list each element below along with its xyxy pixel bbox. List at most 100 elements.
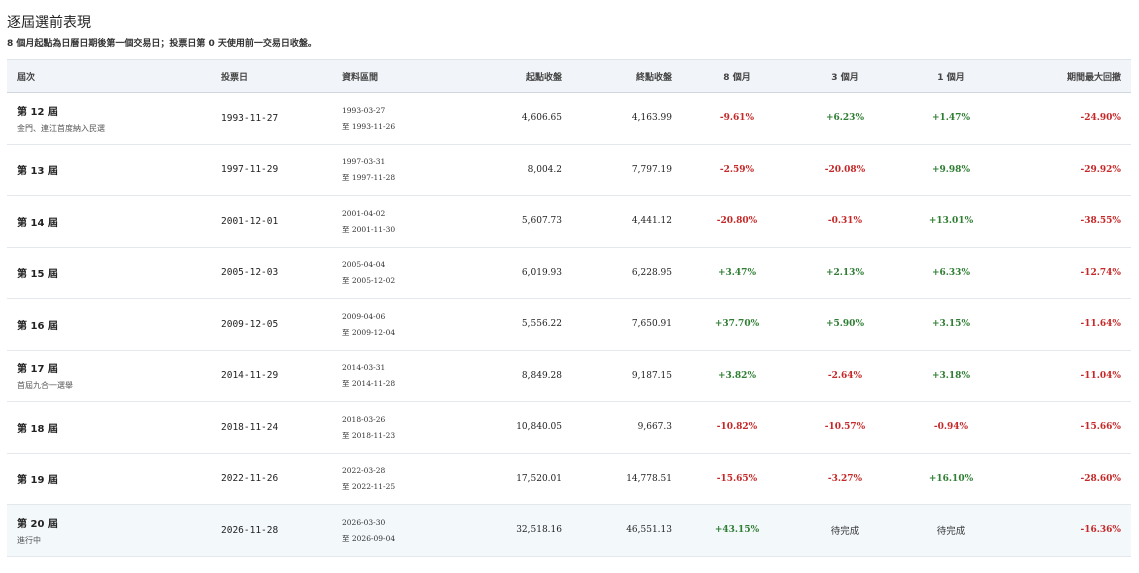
max-drawdown-cell: -16.36% <box>1004 505 1131 557</box>
return-1-month-cell: -0.94% <box>898 402 1004 454</box>
vote-date-cell: 2014-11-29 <box>221 370 279 382</box>
return-3-month-value: +5.90% <box>825 319 864 330</box>
return-1-month-cell: 待完成 <box>898 505 1004 557</box>
range-end: 至 2009-12-04 <box>342 327 396 337</box>
range-end: 至 2026-09-04 <box>342 533 396 543</box>
table-row: 第 16 屆 2009-12-05 2009-04-06 至 2009-12-04 5,… <box>7 299 1131 351</box>
term-cell: 第 17 屆首屆九合一選舉 <box>7 350 211 402</box>
max-drawdown-cell: -28.60% <box>1004 453 1131 505</box>
start-close-cell: 17,520.01 <box>516 473 562 484</box>
return-3-month-cell: -2.64% <box>792 350 898 402</box>
max-drawdown-cell: -12.74% <box>1004 247 1131 299</box>
max-drawdown-value: -15.66% <box>1080 422 1121 433</box>
range-cell: 2001-04-02 至 2001-11-30 <box>332 196 452 248</box>
range-start: 2022-03-28 <box>342 466 386 476</box>
return-8-month-cell: +43.15% <box>682 505 792 557</box>
end-close-cell: 7,797.19 <box>631 164 672 175</box>
start-close-cell: 10,840.05 <box>516 422 562 433</box>
return-3-month-value: -2.64% <box>827 370 863 381</box>
term-name: 第 19 屆 <box>17 475 58 487</box>
table-row: 第 13 屆 1997-11-29 1997-03-31 至 1997-11-28 8,… <box>7 144 1131 196</box>
start-close-cell: 5,556.22 <box>521 319 562 330</box>
return-1-month-cell: +3.15% <box>898 299 1004 351</box>
header-term[interactable]: 屆次 <box>7 59 211 93</box>
table-row: 第 19 屆 2022-11-26 2022-03-28 至 2022-11-25 17… <box>7 453 1131 505</box>
return-1-month-cell: +3.18% <box>898 350 1004 402</box>
header-end-close[interactable]: 終點收盤 <box>572 59 682 93</box>
return-3-month-value: +2.13% <box>825 267 864 278</box>
vote-date-cell: 2018-11-24 <box>221 421 279 433</box>
range-cell: 1997-03-31 至 1997-11-28 <box>332 144 452 196</box>
range-cell: 2022-03-28 至 2022-11-25 <box>332 453 452 505</box>
return-8-month-cell: -2.59% <box>682 144 792 196</box>
term-name: 第 16 屆 <box>17 320 58 332</box>
page-container: 逐屆選前表現 8 個月起點為日曆日期後第一個交易日；投票日第 0 天使用前一交易… <box>0 0 1139 557</box>
range-cell: 2009-04-06 至 2009-12-04 <box>332 299 452 351</box>
return-3-month-cell: +5.90% <box>792 299 898 351</box>
end-close-cell: 6,228.95 <box>631 267 672 278</box>
term-cell: 第 16 屆 <box>7 299 211 351</box>
return-3-month-value: -10.57% <box>824 422 866 433</box>
table-row: 第 18 屆 2018-11-24 2018-03-26 至 2018-11-23 10… <box>7 402 1131 454</box>
term-name: 第 13 屆 <box>17 166 58 178</box>
return-8-month-cell: +37.70% <box>682 299 792 351</box>
return-1-month-value: +16.10% <box>928 473 974 484</box>
range-cell: 1993-03-27 至 1993-11-26 <box>332 93 452 145</box>
return-3-month-cell: -20.08% <box>792 144 898 196</box>
end-close-cell: 46,551.13 <box>626 525 672 536</box>
table-row: 第 14 屆 2001-12-01 2001-04-02 至 2001-11-30 5,… <box>7 196 1131 248</box>
max-drawdown-value: -16.36% <box>1080 525 1121 536</box>
return-8-month-cell: -9.61% <box>682 93 792 145</box>
range-end: 至 1997-11-28 <box>342 173 396 183</box>
header-1-month[interactable]: 1 個月 <box>898 59 1004 93</box>
return-3-month-cell: +6.23% <box>792 93 898 145</box>
return-8-month-value: -10.82% <box>716 422 758 433</box>
page-subtitle: 8 個月起點為日曆日期後第一個交易日；投票日第 0 天使用前一交易日收盤。 <box>7 39 317 49</box>
return-8-month-value: -15.65% <box>716 473 758 484</box>
vote-date-cell: 1993-11-27 <box>221 112 279 124</box>
start-close-cell: 6,019.93 <box>521 267 562 278</box>
return-1-month-value: +9.98% <box>931 164 970 175</box>
vote-date-cell: 2001-12-01 <box>221 215 279 227</box>
term-note: 金門、連江首度納入民選 <box>17 123 105 133</box>
header-range[interactable]: 資料區間 <box>332 59 452 93</box>
range-end: 至 1993-11-26 <box>342 121 396 131</box>
page-title: 逐屆選前表現 <box>7 15 91 31</box>
return-1-month-cell: +9.98% <box>898 144 1004 196</box>
table-row: 第 12 屆金門、連江首度納入民選 1993-11-27 1993-03-27 至 1… <box>7 93 1131 145</box>
max-drawdown-value: -38.55% <box>1080 216 1121 227</box>
return-8-month-value: +3.47% <box>717 267 756 278</box>
end-close-cell: 4,441.12 <box>631 216 672 227</box>
header-8-month[interactable]: 8 個月 <box>682 59 792 93</box>
return-1-month-value: +6.33% <box>931 267 970 278</box>
max-drawdown-value: -24.90% <box>1080 113 1121 124</box>
header-max-drawdown[interactable]: 期間最大回撤 <box>1004 59 1131 93</box>
return-1-month-cell: +13.01% <box>898 196 1004 248</box>
range-start: 2018-03-26 <box>342 414 386 424</box>
max-drawdown-cell: -38.55% <box>1004 196 1131 248</box>
max-drawdown-value: -28.60% <box>1080 473 1121 484</box>
header-3-month[interactable]: 3 個月 <box>792 59 898 93</box>
return-8-month-cell: -10.82% <box>682 402 792 454</box>
table-row: 第 20 屆進行中 2026-11-28 2026-03-30 至 2026-09-0… <box>7 504 1131 557</box>
range-cell: 2026-03-30 至 2026-09-04 <box>332 505 452 557</box>
header-start-close[interactable]: 起點收盤 <box>452 59 572 93</box>
term-name: 第 20 屆 <box>17 518 58 530</box>
term-cell: 第 14 屆 <box>7 196 211 248</box>
return-3-month-value: -0.31% <box>827 216 863 227</box>
range-cell: 2014-03-31 至 2014-11-28 <box>332 350 452 402</box>
max-drawdown-cell: -15.66% <box>1004 402 1131 454</box>
term-cell: 第 15 屆 <box>7 247 211 299</box>
term-name: 第 12 屆 <box>17 106 58 118</box>
return-1-month-value: +3.15% <box>931 319 970 330</box>
range-end: 至 2022-11-25 <box>342 482 396 492</box>
term-cell: 第 18 屆 <box>7 402 211 454</box>
return-3-month-value: 待完成 <box>830 526 860 538</box>
header-vote-date[interactable]: 投票日 <box>211 59 332 93</box>
term-cell: 第 19 屆 <box>7 453 211 505</box>
range-cell: 2018-03-26 至 2018-11-23 <box>332 402 452 454</box>
vote-date-cell: 1997-11-29 <box>221 164 279 176</box>
election-performance-table: 屆次 投票日 資料區間 起點收盤 終點收盤 8 個月 3 個月 1 個月 期間最… <box>7 59 1131 557</box>
return-1-month-value: 待完成 <box>936 526 966 538</box>
vote-date-cell: 2026-11-28 <box>221 524 279 536</box>
